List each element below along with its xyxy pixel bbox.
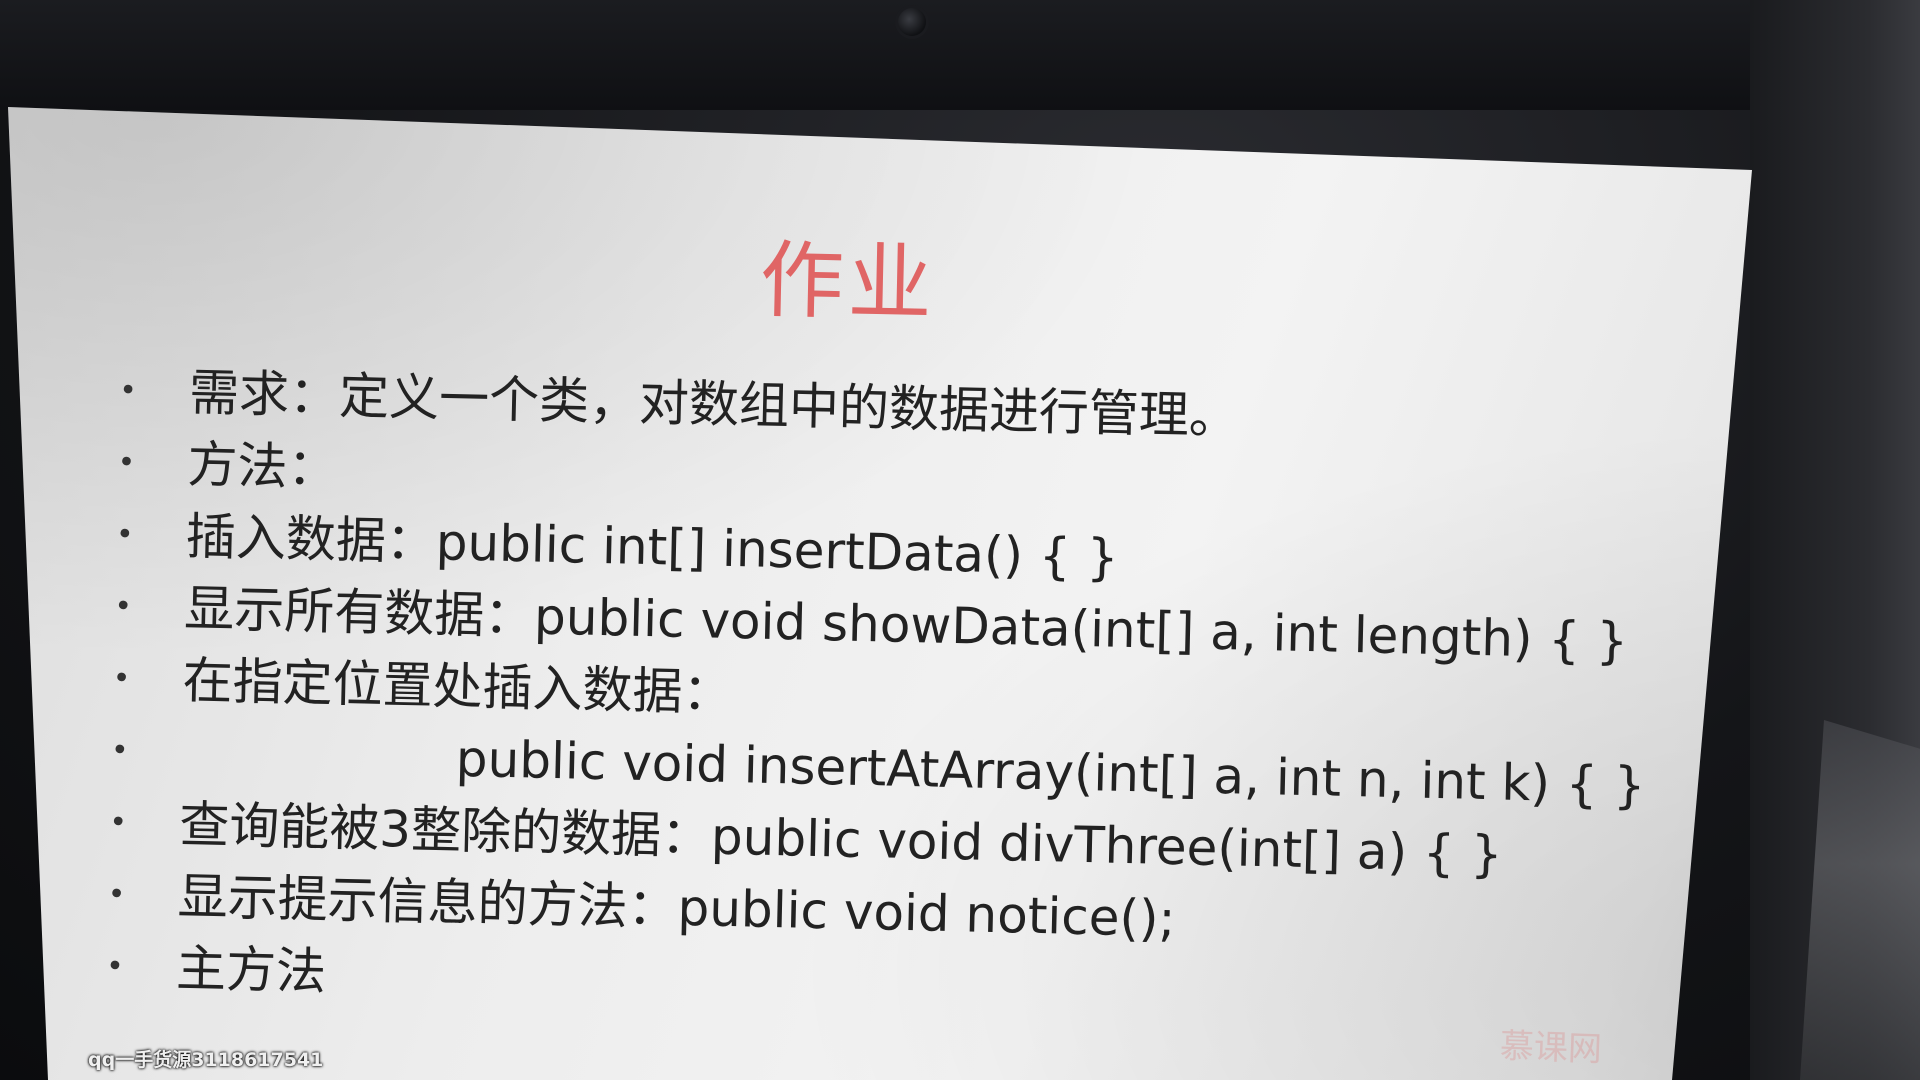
bullet-marker: • (110, 732, 130, 769)
bullet-marker: • (113, 588, 133, 625)
list-item-text: 主方法 (175, 939, 327, 1001)
photo-of-screen: 作业 • 需求：定义一个类，对数组中的数据进行管理。 • 方法： • 插入数据：… (0, 0, 1920, 1080)
webcam-icon (898, 8, 926, 36)
bullet-marker: • (105, 948, 125, 985)
bullet-marker: • (107, 876, 126, 913)
bullet-marker: • (108, 804, 128, 841)
list-item-text: 方法： (186, 435, 339, 497)
bullet-marker: • (118, 372, 138, 409)
watermark-text: qq一手货源3118617541 (88, 1049, 324, 1071)
imooc-logo: 慕课网 (1499, 1026, 1603, 1070)
bullet-marker: • (115, 516, 135, 553)
slide-title: 作业 (758, 231, 937, 333)
monitor-bezel (0, 0, 1920, 110)
bullet-marker: • (112, 660, 131, 697)
bullet-marker: • (117, 444, 136, 481)
bullet-list: • 需求：定义一个类，对数组中的数据进行管理。 • 方法： • 插入数据：pub… (105, 355, 1679, 1038)
list-item-text: 在指定位置处插入数据： (181, 651, 734, 722)
